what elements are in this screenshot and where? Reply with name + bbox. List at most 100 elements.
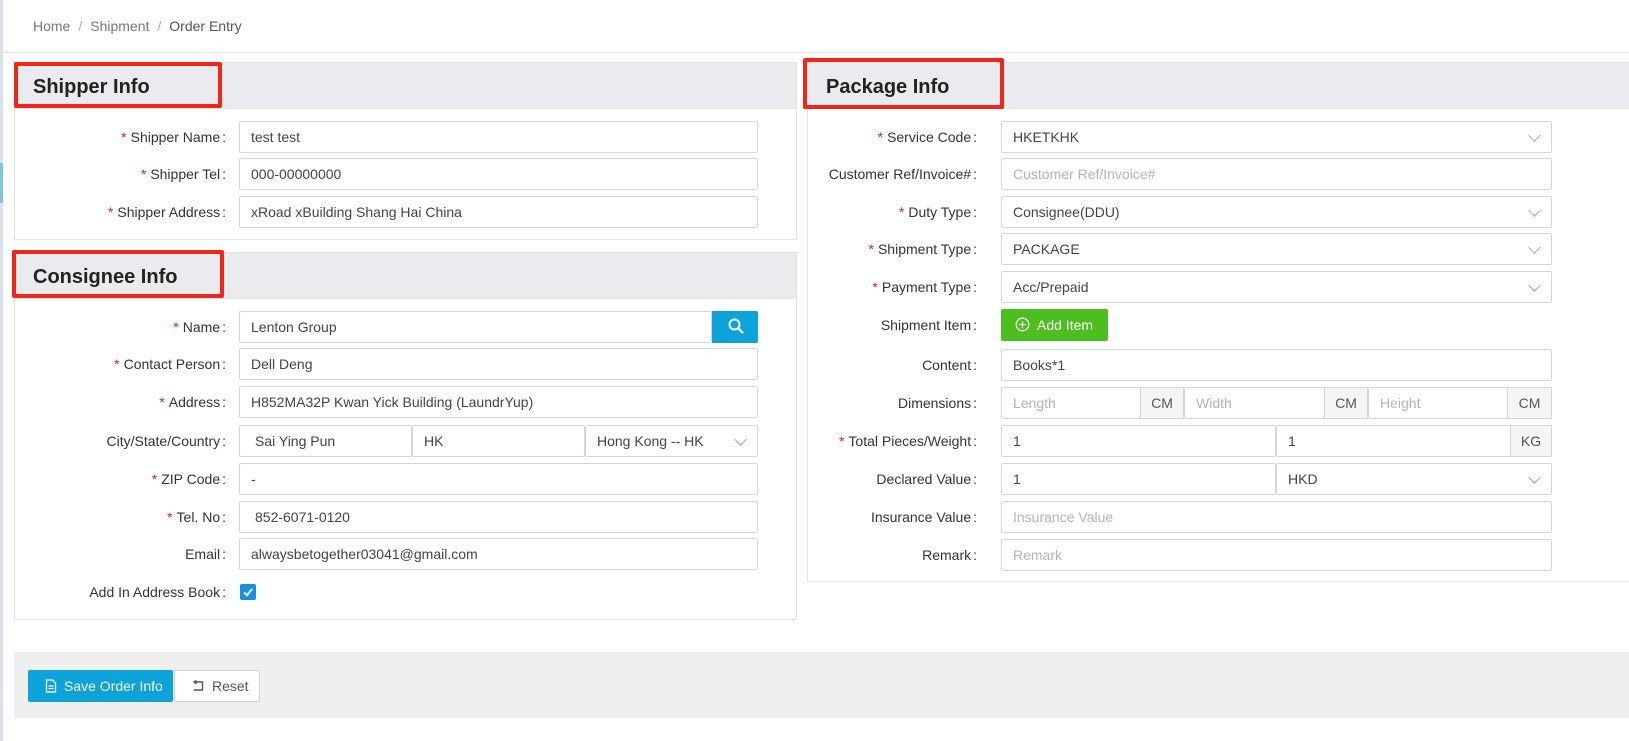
consignee-contact-label: * Contact Person:	[114, 356, 226, 372]
consignee-address-input[interactable]: H852MA32P Kwan Yick Building (LaundrYup)	[239, 386, 758, 418]
breadcrumb-home[interactable]: Home	[33, 18, 70, 34]
address-book-checkbox[interactable]	[240, 584, 256, 600]
service-code-row: * Service Code: HKETKHK	[808, 121, 1629, 153]
dimensions-label: Dimensions:	[897, 395, 977, 411]
action-bar: Save Order Info Reset	[14, 652, 1629, 718]
consignee-zip-row: * ZIP Code: -	[15, 463, 796, 495]
total-pieces-input[interactable]: 1	[1001, 425, 1276, 457]
consignee-zip-input[interactable]: -	[239, 463, 758, 495]
shipper-tel-input[interactable]: 000-00000000	[239, 158, 758, 190]
pieces-weight-row: * Total Pieces/Weight: 1 1 KG	[808, 425, 1629, 457]
service-code-value: HKETKHK	[1013, 129, 1080, 145]
duty-type-select[interactable]: Consignee(DDU)	[1001, 196, 1552, 228]
declared-value-row: Declared Value: 1 HKD	[808, 463, 1629, 495]
shipment-item-row: Shipment Item: Add Item	[808, 309, 1629, 341]
add-item-label: Add Item	[1037, 317, 1094, 333]
chevron-down-icon	[734, 433, 747, 446]
consignee-country-value: Hong Kong -- HK	[597, 433, 704, 449]
chevron-down-icon	[1528, 129, 1541, 142]
customer-ref-row: Customer Ref/Invoice#: Customer Ref/Invo…	[808, 158, 1629, 190]
shipper-tel-label: * Shipper Tel:	[140, 166, 226, 182]
shipment-type-select[interactable]: PACKAGE	[1001, 233, 1552, 265]
consignee-tel-input[interactable]: 852-6071-0120	[239, 501, 758, 533]
total-weight-input[interactable]: 1	[1276, 425, 1511, 457]
shipper-tel-row: * Shipper Tel: 000-00000000	[15, 158, 796, 190]
left-sidebar-strip	[0, 0, 3, 741]
length-unit: CM	[1140, 387, 1184, 419]
consignee-tel-row: * Tel. No: 852-6071-0120	[15, 501, 796, 533]
consignee-contact-input[interactable]: Dell Deng	[239, 348, 758, 380]
address-book-label: Add In Address Book:	[89, 584, 226, 600]
duty-type-value: Consignee(DDU)	[1013, 204, 1120, 220]
shipment-type-value: PACKAGE	[1013, 241, 1080, 257]
duty-type-row: * Duty Type: Consignee(DDU)	[808, 196, 1629, 228]
shipment-type-label: * Shipment Type:	[868, 241, 977, 257]
shipment-type-row: * Shipment Type: PACKAGE	[808, 233, 1629, 265]
consignee-city-label: City/State/Country:	[106, 433, 227, 449]
consignee-address-label: * Address:	[159, 394, 226, 410]
insurance-value-label: Insurance Value:	[870, 509, 977, 525]
shipper-name-input[interactable]: test test	[239, 121, 758, 153]
service-code-select[interactable]: HKETKHK	[1001, 121, 1552, 153]
content-row: Content: Books*1	[808, 349, 1629, 381]
payment-type-value: Acc/Prepaid	[1013, 279, 1089, 295]
address-book-row: Add In Address Book:	[15, 576, 796, 608]
shipper-address-label: * Shipper Address:	[107, 204, 226, 220]
chevron-down-icon	[1528, 241, 1541, 254]
consignee-country-select[interactable]: Hong Kong -- HK	[585, 425, 758, 457]
dimensions-row: Dimensions: Length CM Width CM Height CM	[808, 387, 1629, 419]
chevron-down-icon	[1528, 471, 1541, 484]
consignee-address-row: * Address: H852MA32P Kwan Yick Building (…	[15, 386, 796, 418]
document-icon	[45, 679, 57, 693]
breadcrumb: Home / Shipment / Order Entry	[33, 18, 246, 34]
remark-label: Remark:	[922, 547, 977, 563]
shipper-address-input[interactable]: xRoad xBuilding Shang Hai China	[239, 196, 758, 228]
consignee-contact-row: * Contact Person: Dell Deng	[15, 348, 796, 380]
remark-input[interactable]: Remark	[1001, 539, 1552, 571]
package-title-highlight	[803, 58, 1004, 109]
add-item-button[interactable]: Add Item	[1001, 309, 1108, 341]
save-order-button[interactable]: Save Order Info	[28, 670, 173, 702]
payment-type-row: * Payment Type: Acc/Prepaid	[808, 271, 1629, 303]
package-info-panel: Package Info * Service Code: HKETKHK Cust…	[807, 62, 1629, 582]
chevron-down-icon	[1528, 204, 1541, 217]
customer-ref-input[interactable]: Customer Ref/Invoice#	[1001, 158, 1552, 190]
height-input[interactable]: Height	[1368, 387, 1508, 419]
declared-value-input[interactable]: 1	[1001, 463, 1276, 495]
shipper-title-highlight	[14, 62, 222, 108]
consignee-email-row: Email: alwaysbetogether03041@gmail.com	[15, 538, 796, 570]
insurance-value-input[interactable]: Insurance Value	[1001, 501, 1552, 533]
save-order-label: Save Order Info	[64, 678, 163, 694]
width-input[interactable]: Width	[1184, 387, 1325, 419]
height-unit: CM	[1507, 387, 1552, 419]
consignee-name-input[interactable]: Lenton Group	[239, 311, 712, 343]
consignee-state-input[interactable]: HK	[412, 425, 585, 457]
chevron-down-icon	[1528, 279, 1541, 292]
shipment-item-label: Shipment Item:	[880, 317, 977, 333]
consignee-city-input[interactable]: Sai Ying Pun	[239, 425, 412, 457]
currency-select[interactable]: HKD	[1276, 463, 1552, 495]
service-code-label: * Service Code:	[877, 129, 977, 145]
breadcrumb-separator: /	[78, 18, 83, 34]
length-input[interactable]: Length	[1001, 387, 1141, 419]
consignee-search-button[interactable]	[712, 311, 758, 343]
reset-label: Reset	[212, 678, 249, 694]
shipper-name-row: * Shipper Name: test test	[15, 121, 796, 153]
width-unit: CM	[1324, 387, 1368, 419]
consignee-title-highlight	[12, 250, 224, 298]
consignee-name-label: * Name:	[173, 319, 226, 335]
payment-type-select[interactable]: Acc/Prepaid	[1001, 271, 1552, 303]
customer-ref-label: Customer Ref/Invoice#:	[828, 166, 977, 182]
consignee-city-row: City/State/Country: Sai Ying Pun HK Hong…	[15, 425, 796, 457]
pieces-weight-label: * Total Pieces/Weight:	[838, 433, 977, 449]
consignee-email-input[interactable]: alwaysbetogether03041@gmail.com	[239, 538, 758, 570]
order-entry-page: Home / Shipment / Order Entry Shipper Info *…	[0, 0, 1629, 741]
consignee-email-label: Email:	[185, 546, 226, 562]
shipper-name-label: * Shipper Name:	[121, 129, 226, 145]
breadcrumb-shipment[interactable]: Shipment	[90, 18, 149, 34]
content-input[interactable]: Books*1	[1001, 349, 1552, 381]
reset-button[interactable]: Reset	[174, 670, 260, 702]
sidebar-active-marker	[0, 163, 3, 203]
insurance-value-row: Insurance Value: Insurance Value	[808, 501, 1629, 533]
search-icon	[728, 318, 744, 334]
